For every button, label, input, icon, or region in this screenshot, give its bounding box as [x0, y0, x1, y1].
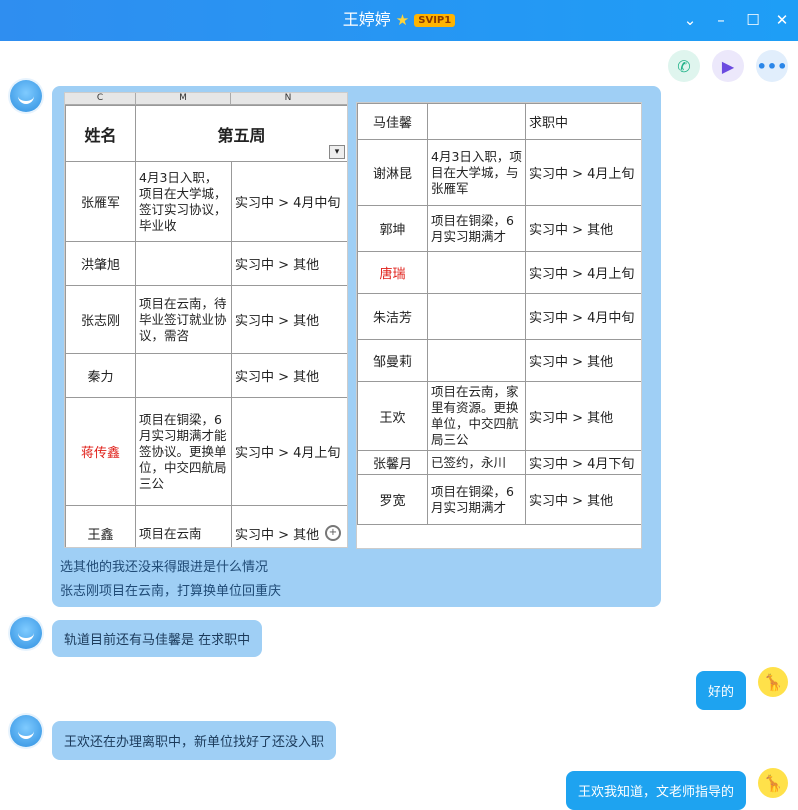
cell-status: 实习中 > 其他 [525, 339, 641, 382]
cell-status: 实习中 > 4月下旬 [525, 450, 641, 475]
contact-name: 王婷婷 [342, 10, 391, 29]
avatar[interactable] [10, 715, 42, 747]
table-header-row: 姓名 第五周 ▾ [65, 105, 347, 162]
title-bar: 王婷婷 ★ SVIP1 ⌄ – ☐ ✕ [0, 0, 798, 41]
table-row: 张志刚 项目在云南，待毕业签订就业协议，需咨 实习中 > 其他 [65, 285, 347, 354]
message-text: 好的 [707, 685, 734, 700]
cell-note: 项目在云南，待毕业签订就业协议，需咨 [135, 285, 232, 354]
zoom-icon[interactable]: + [325, 525, 341, 541]
sheet-image-left[interactable]: C M N 姓名 第五周 ▾ 张雁军 4月3日入职，项目在大学城，签订实习协议，毕… [64, 92, 348, 548]
cell-status: 实习中 > 其他 [230, 353, 347, 398]
sheet-table: 马佳馨 求职中 谢淋昆 4月3日入职，项目在大学城，与张雁军 实习中 > 4月上旬 郭坤项… [357, 103, 641, 525]
table-row: 王鑫 项目在云南 实习中 > 其他 [65, 505, 347, 547]
message-text: 王欢还在办理离职中，新单位找好了还没入职 [64, 735, 325, 750]
table-row: 王欢 项目在云南，家里有资源。更换单位，中交四航局三公 实习中 > 其他 [357, 381, 641, 451]
cell-status: 实习中 > 其他 [525, 205, 641, 252]
table-row: 罗宽 项目在铜梁，6月实习期满才 实习中 > 其他 [357, 474, 641, 525]
message-text: 轨道目前还有马佳馨是 在求职中 [64, 633, 251, 648]
cell-status: 实习中 > 4月中旬 [230, 161, 347, 242]
cell-name: 张雁军 [65, 161, 136, 242]
avatar-self[interactable]: 🦒 [758, 768, 788, 798]
cell-note: 项目在云南，家里有资源。更换单位，中交四航局三公 [427, 381, 526, 451]
cell-name: 秦力 [65, 353, 136, 398]
cell-status: 实习中 > 其他 [230, 241, 347, 286]
message-bubble-self[interactable]: 好的 [695, 671, 746, 710]
cell-note: 项目在云南 [135, 505, 232, 547]
cell-status: 求职中 [525, 103, 641, 140]
filter-icon: ▾ [329, 145, 346, 159]
cell-status: 实习中 > 4月上旬 [230, 397, 347, 506]
cell-name: 邹曼莉 [357, 339, 428, 382]
message-bubble-self[interactable]: 王欢我知道，文老师指导的 [565, 771, 746, 810]
cell-name: 唐瑞 [357, 251, 428, 294]
cell-note [427, 293, 526, 340]
cell-note [135, 241, 232, 286]
cell-status: 实习中 > 4月中旬 [525, 293, 641, 340]
message-text: 张志刚项目在云南，打算换单位回重庆 [60, 584, 282, 599]
message-text: 选其他的我还没来得跟进是什么情况 [60, 560, 269, 575]
message-bubble[interactable]: C M N 姓名 第五周 ▾ 张雁军 4月3日入职，项目在大学城，签订实习协议，毕… [52, 86, 661, 607]
avatar-self[interactable]: 🦒 [758, 667, 788, 697]
cell-note: 已签约，永川 [427, 450, 526, 475]
sheet-table: 姓名 第五周 ▾ 张雁军 4月3日入职，项目在大学城，签订实习协议，毕业收 实习中 … [65, 105, 347, 547]
phone-icon[interactable]: ✆ [668, 50, 700, 82]
cell-name: 蒋传鑫 [65, 397, 136, 506]
cell-note [427, 251, 526, 294]
chevron-down-icon[interactable]: ⌄ [680, 10, 700, 30]
cell-status: 实习中 > 其他 [230, 285, 347, 354]
sheet-image-right[interactable]: 马佳馨 求职中 谢淋昆 4月3日入职，项目在大学城，与张雁军 实习中 > 4月上旬 郭坤项… [356, 102, 642, 549]
avatar[interactable] [10, 80, 42, 112]
cell-note [427, 339, 526, 382]
message-bubble[interactable]: 轨道目前还有马佳馨是 在求职中 [52, 620, 263, 657]
minimize-icon[interactable]: – [711, 10, 731, 30]
cell-status: 实习中 > 4月上旬 [525, 251, 641, 294]
table-row: 邹曼莉 实习中 > 其他 [357, 339, 641, 382]
header-name: 姓名 [65, 105, 136, 162]
cell-note: 4月3日入职，项目在大学城，与张雁军 [427, 139, 526, 206]
cell-name: 谢淋昆 [357, 139, 428, 206]
column-header-row: C M N [65, 93, 347, 105]
cell-name: 朱洁芳 [357, 293, 428, 340]
table-row: 洪肇旭 实习中 > 其他 [65, 241, 347, 286]
avatar[interactable] [10, 617, 42, 649]
cell-note: 项目在铜梁，6月实习期满才能签协议。更换单位，中交四航局三公 [135, 397, 232, 506]
table-row: 张馨月 已签约，永川 实习中 > 4月下旬 [357, 450, 641, 475]
table-row: 秦力 实习中 > 其他 [65, 353, 347, 398]
cell-note [427, 103, 526, 140]
cell-status: 实习中 > 其他 [525, 381, 641, 451]
table-row: 张雁军 4月3日入职，项目在大学城，签订实习协议，毕业收 实习中 > 4月中旬 [65, 161, 347, 242]
table-row: 唐瑞 实习中 > 4月上旬 [357, 251, 641, 294]
star-icon: ★ [395, 11, 410, 29]
cell-note: 项目在铜梁，6月实习期满才 [427, 205, 526, 252]
table-row: 蒋传鑫 项目在铜梁，6月实习期满才能签协议。更换单位，中交四航局三公 实习中 > 4… [65, 397, 347, 506]
more-icon[interactable]: ••• [756, 50, 788, 82]
table-row: 马佳馨 求职中 [357, 103, 641, 140]
close-icon[interactable]: ✕ [772, 10, 792, 30]
maximize-icon[interactable]: ☐ [743, 10, 763, 30]
table-row: 朱洁芳 实习中 > 4月中旬 [357, 293, 641, 340]
cell-name: 张志刚 [65, 285, 136, 354]
message-bubble[interactable]: 王欢还在办理离职中，新单位找好了还没入职 [52, 721, 337, 760]
cell-note [135, 353, 232, 398]
video-icon[interactable]: ▶ [712, 50, 744, 82]
table-row: 谢淋昆 4月3日入职，项目在大学城，与张雁军 实习中 > 4月上旬 [357, 139, 641, 206]
cell-name: 王欢 [357, 381, 428, 451]
cell-name: 马佳馨 [357, 103, 428, 140]
cell-note: 项目在铜梁，6月实习期满才 [427, 474, 526, 525]
cell-note: 4月3日入职，项目在大学城，签订实习协议，毕业收 [135, 161, 232, 242]
chat-toolbar: ✆ ▶ ••• [668, 50, 788, 82]
cell-name: 洪肇旭 [65, 241, 136, 286]
message-text: 王欢我知道，文老师指导的 [577, 785, 734, 800]
vip-badge: SVIP1 [414, 13, 456, 27]
table-row: 郭坤 项目在铜梁，6月实习期满才 实习中 > 其他 [357, 205, 641, 252]
cell-name: 王鑫 [65, 505, 136, 547]
header-week: 第五周 [217, 125, 266, 145]
cell-name: 张馨月 [357, 450, 428, 475]
cell-status: 实习中 > 4月上旬 [525, 139, 641, 206]
cell-status: 实习中 > 其他 [525, 474, 641, 525]
cell-name: 郭坤 [357, 205, 428, 252]
cell-name: 罗宽 [357, 474, 428, 525]
